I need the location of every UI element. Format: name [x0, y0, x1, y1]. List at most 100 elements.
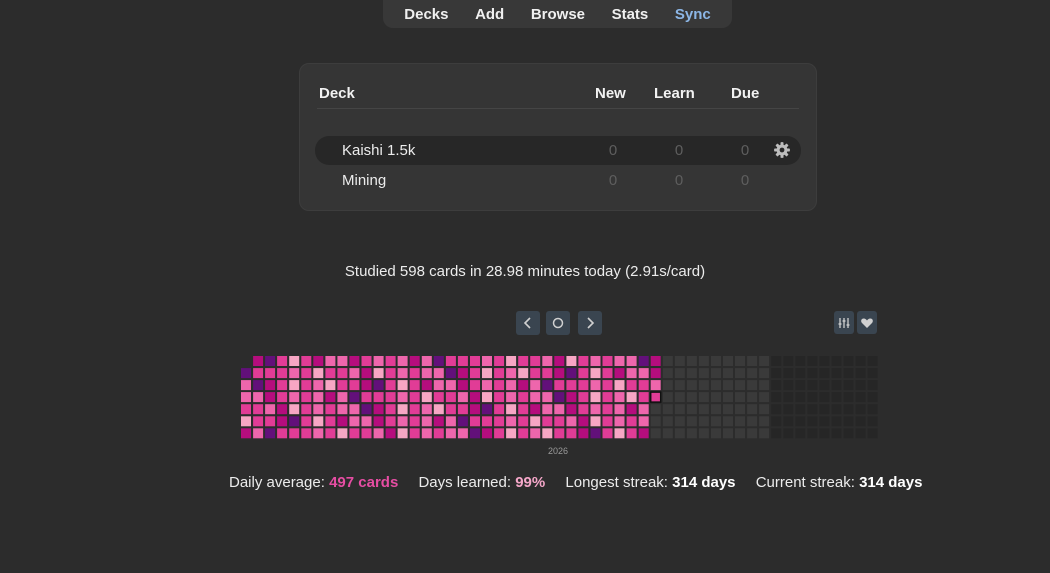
heatmap-day-cell[interactable] [795, 368, 806, 379]
heatmap-day-cell[interactable] [807, 428, 818, 439]
heatmap-day-cell[interactable] [253, 356, 264, 366]
heatmap-day-cell[interactable] [482, 356, 492, 366]
heatmap-day-cell[interactable] [373, 356, 384, 366]
heatmap-day-cell[interactable] [301, 428, 312, 439]
heatmap-day-cell[interactable] [361, 380, 372, 391]
heatmap-day-cell[interactable] [602, 416, 613, 427]
heatmap-day-cell[interactable] [819, 368, 830, 379]
heatmap-day-cell[interactable] [843, 404, 854, 415]
heatmap-day-cell[interactable] [602, 404, 613, 415]
heatmap-day-cell[interactable] [698, 392, 709, 403]
heatmap-day-cell[interactable] [795, 380, 806, 391]
heatmap-day-cell[interactable] [277, 416, 288, 427]
heatmap-day-cell[interactable] [506, 356, 517, 366]
heatmap-day-cell[interactable] [421, 356, 432, 366]
heatmap-day-cell[interactable] [373, 416, 384, 427]
heatmap-day-cell[interactable] [590, 356, 601, 366]
heatmap-day-cell[interactable] [530, 380, 541, 391]
heatmap-day-cell[interactable] [421, 428, 432, 439]
heatmap-day-cell[interactable] [626, 392, 637, 403]
heatmap-day-cell[interactable] [409, 404, 420, 415]
heatmap-day-cell[interactable] [325, 428, 336, 439]
heatmap-day-cell[interactable] [614, 428, 625, 439]
heatmap-day-cell[interactable] [289, 416, 300, 427]
heatmap-day-cell[interactable] [662, 368, 673, 379]
heatmap-day-cell[interactable] [795, 416, 806, 427]
heatmap-day-cell[interactable] [554, 392, 565, 403]
heatmap-day-cell[interactable] [686, 356, 697, 366]
heatmap-day-cell[interactable] [602, 428, 613, 439]
options-button[interactable] [834, 311, 854, 334]
heatmap-day-cell[interactable] [277, 392, 288, 403]
heatmap-day-cell[interactable] [421, 368, 432, 379]
heatmap-day-cell[interactable] [554, 368, 565, 379]
heatmap-day-cell[interactable] [626, 380, 637, 391]
heatmap-day-cell[interactable] [542, 392, 553, 403]
heatmap-day-cell[interactable] [626, 404, 637, 415]
heatmap-day-cell[interactable] [795, 428, 806, 439]
heatmap-day-cell[interactable] [867, 416, 878, 427]
heatmap-day-cell[interactable] [397, 368, 408, 379]
heatmap-day-cell[interactable] [241, 368, 251, 379]
heatmap-day-cell[interactable] [433, 356, 444, 366]
heatmap-day-cell[interactable] [373, 428, 384, 439]
heatmap-day-cell[interactable] [325, 404, 336, 415]
nav-decks[interactable]: Decks [400, 6, 452, 23]
heatmap-day-cell[interactable] [494, 356, 505, 366]
heatmap-day-cell[interactable] [662, 380, 673, 391]
heatmap-day-cell[interactable] [771, 392, 782, 403]
heatmap-day-cell[interactable] [241, 428, 251, 439]
heatmap-day-cell[interactable] [566, 356, 577, 366]
heatmap-day-cell[interactable] [674, 368, 685, 379]
heatmap-day-cell[interactable] [783, 416, 794, 427]
heatmap-day-cell[interactable] [433, 404, 444, 415]
heatmap-day-cell[interactable] [686, 368, 697, 379]
heatmap-day-cell[interactable] [385, 356, 396, 366]
heatmap-day-cell[interactable] [723, 356, 733, 366]
heatmap-day-cell[interactable] [759, 428, 770, 439]
heatmap-day-cell[interactable] [819, 356, 830, 366]
heatmap-day-cell[interactable] [518, 380, 529, 391]
heatmap-day-cell[interactable] [530, 356, 541, 366]
heatmap-day-cell[interactable] [807, 392, 818, 403]
heatmap-day-cell[interactable] [433, 392, 444, 403]
heatmap-day-cell[interactable] [855, 368, 866, 379]
heatmap-day-cell[interactable] [397, 416, 408, 427]
heatmap-day-cell[interactable] [795, 356, 806, 366]
heatmap-day-cell[interactable] [349, 416, 360, 427]
heatmap-day-cell[interactable] [265, 356, 276, 366]
heatmap-day-cell[interactable] [807, 416, 818, 427]
heatmap-day-cell[interactable] [698, 380, 709, 391]
heatmap-day-cell[interactable] [241, 416, 251, 427]
heatmap-day-cell[interactable] [397, 356, 408, 366]
heatmap-day-cell[interactable] [494, 416, 505, 427]
heatmap-day-cell[interactable] [747, 392, 758, 403]
heatmap-day-cell[interactable] [662, 428, 673, 439]
heatmap-day-cell[interactable] [482, 380, 492, 391]
heatmap-day-cell[interactable] [457, 404, 468, 415]
heatmap-day-cell[interactable] [337, 368, 348, 379]
heatmap-day-cell[interactable] [289, 368, 300, 379]
heatmap-day-cell[interactable] [795, 404, 806, 415]
heatmap-day-cell[interactable] [457, 428, 468, 439]
deck-row-mining[interactable]: Mining 0 0 0 [315, 166, 801, 195]
heatmap-day-cell[interactable] [542, 368, 553, 379]
heatmap-day-cell[interactable] [482, 368, 492, 379]
heatmap-day-cell[interactable] [674, 392, 685, 403]
heatmap-day-cell[interactable] [590, 368, 601, 379]
heatmap-day-cell[interactable] [867, 368, 878, 379]
heatmap-day-cell[interactable] [578, 392, 589, 403]
heatmap-day-cell[interactable] [711, 380, 721, 391]
heatmap-day-cell[interactable] [325, 392, 336, 403]
heatmap-day-cell[interactable] [506, 392, 517, 403]
heatmap-day-cell[interactable] [602, 368, 613, 379]
heatmap-day-cell[interactable] [735, 416, 745, 427]
heatmap-day-cell[interactable] [843, 368, 854, 379]
heatmap-day-cell[interactable] [566, 404, 577, 415]
heatmap-day-cell[interactable] [554, 416, 565, 427]
heatmap-day-cell[interactable] [650, 356, 661, 366]
heatmap-day-cell[interactable] [831, 356, 842, 366]
heatmap-day-cell[interactable] [385, 428, 396, 439]
heatmap-day-cell[interactable] [626, 356, 637, 366]
heatmap-day-cell[interactable] [494, 428, 505, 439]
